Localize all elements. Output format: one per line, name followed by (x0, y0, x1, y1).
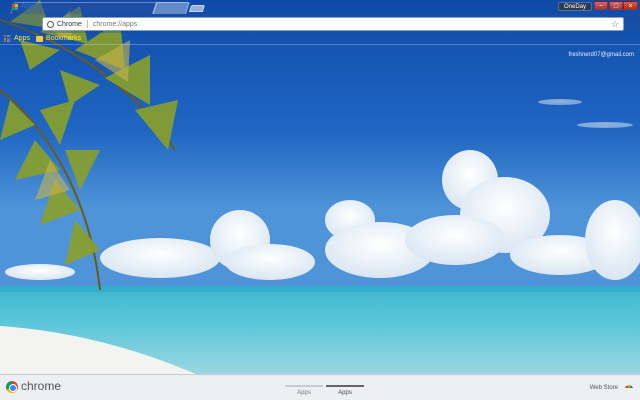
minimize-icon[interactable]: − (594, 1, 608, 10)
apps-favicon-icon (12, 3, 18, 10)
chrome-logo-icon (6, 381, 18, 393)
page-tab-indicator (285, 385, 323, 387)
tab-label: Apps (21, 3, 37, 10)
background-wallpaper (0, 0, 640, 400)
bookmark-folder-label: Bookmarks (45, 35, 81, 42)
account-email[interactable]: freshnerd07@gmail.com (569, 52, 634, 58)
webstore-icon[interactable] (625, 385, 633, 391)
page-tab-indicator (326, 385, 364, 387)
tab-strip: Apps OneDay − □ × (0, 0, 640, 14)
tab-new-tab[interactable] (152, 2, 190, 14)
tab-apps-title[interactable]: Apps (12, 3, 37, 10)
bookmark-folder[interactable]: Bookmarks (35, 35, 81, 42)
page-tab-label: Apps (338, 390, 352, 396)
bookmark-apps-label: Apps (14, 35, 30, 42)
omnibox-chip: Chrome (57, 20, 82, 28)
apps-grid-icon (4, 35, 11, 42)
close-icon[interactable]: × (623, 1, 638, 10)
bookmarks-bar: Apps Bookmarks (0, 33, 640, 45)
chrome-wordmark: chrome (21, 379, 62, 393)
toolbar: Chrome chrome://apps ☆ (0, 14, 640, 33)
maximize-icon[interactable]: □ (609, 1, 623, 10)
bookmark-apps[interactable]: Apps (4, 35, 30, 42)
webstore-link[interactable]: Web Store (590, 385, 618, 391)
page-tab-apps-2[interactable]: Apps (326, 385, 364, 396)
profile-button[interactable]: OneDay (557, 2, 592, 11)
new-tab-button[interactable] (188, 5, 206, 12)
omnibox-separator (86, 20, 88, 28)
chrome-site-icon (47, 20, 54, 28)
bookmark-star-icon[interactable]: ☆ (611, 19, 619, 30)
folder-icon (35, 35, 43, 42)
address-bar[interactable]: Chrome chrome://apps ☆ (42, 17, 624, 31)
apps-bottom-bar: chrome Apps Apps Web Store (0, 374, 640, 400)
page-tab-label: Apps (297, 390, 311, 396)
page-tab-apps-1[interactable]: Apps (285, 385, 323, 396)
omnibox-url[interactable]: chrome://apps (93, 21, 137, 28)
